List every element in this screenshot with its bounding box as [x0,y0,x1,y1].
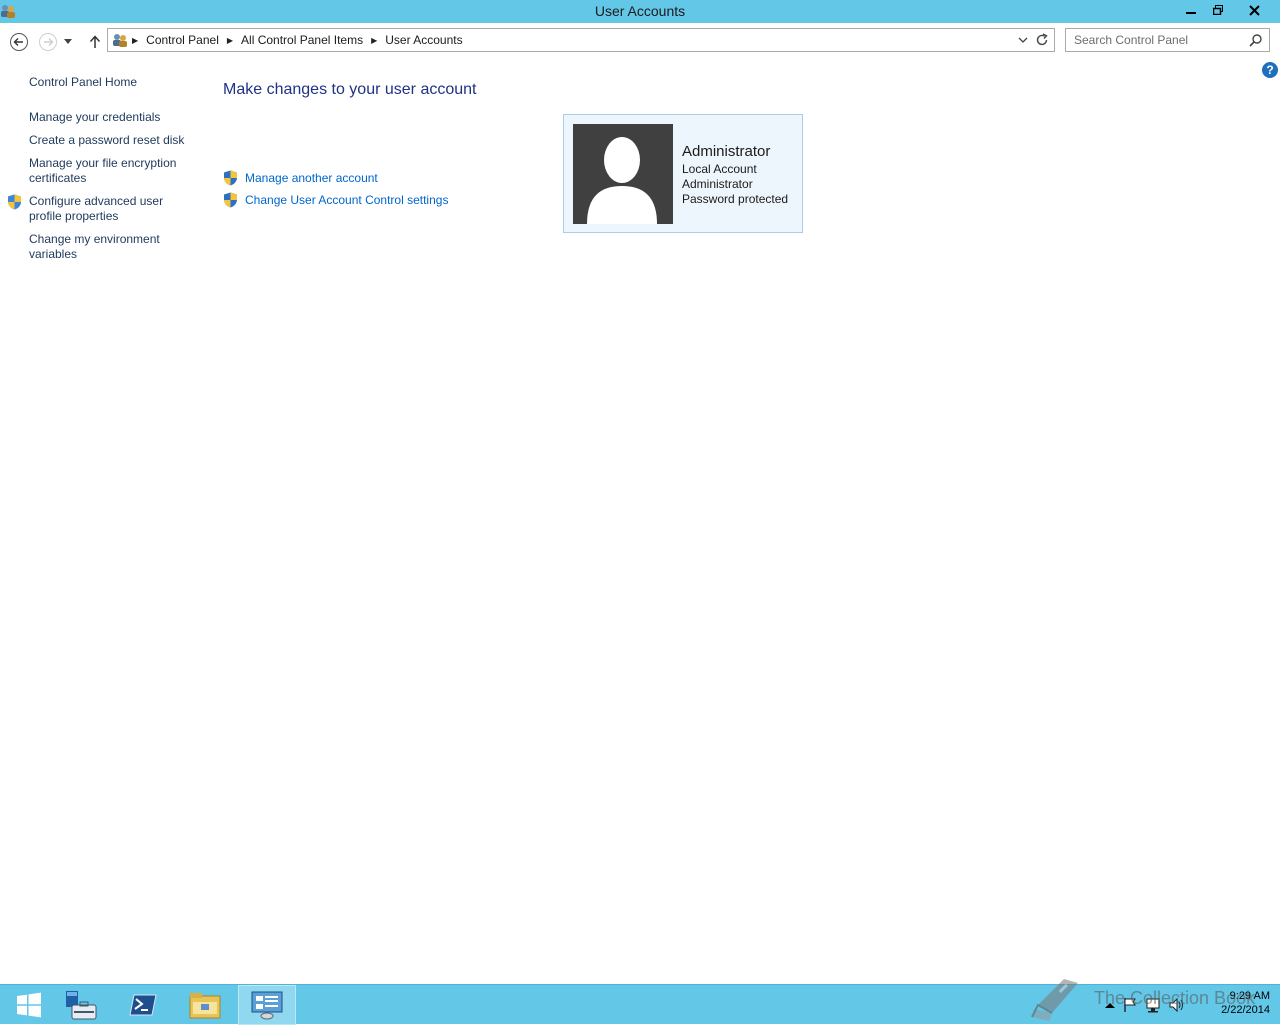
recent-locations-button[interactable] [61,31,75,53]
watermark-text: The Collection Book [1094,988,1256,1008]
user-silhouette-icon [587,137,657,224]
taskbar-powershell[interactable] [114,985,172,1025]
uac-shield-icon [224,192,237,208]
breadcrumb-user-accounts[interactable]: User Accounts [381,33,466,47]
search-input[interactable] [1066,29,1246,51]
up-button[interactable] [84,31,106,53]
task-label[interactable]: Manage another account [245,171,378,185]
account-password-status: Password protected [682,192,789,206]
change-environment-variables-link[interactable]: Change my environment variables [29,232,174,262]
address-bar[interactable]: ▶ Control Panel ▶ All Control Panel Item… [107,28,1055,52]
breadcrumb-all-items[interactable]: All Control Panel Items [237,33,367,47]
up-arrow-icon [89,35,101,48]
close-icon [1249,4,1260,16]
create-password-reset-disk-link[interactable]: Create a password reset disk [29,133,189,148]
back-arrow-icon [10,33,28,51]
start-icon [17,992,41,1018]
configure-user-profile-link[interactable]: Configure advanced user profile properti… [29,194,174,224]
window-title: User Accounts [594,3,686,19]
uac-shield-icon [224,170,237,186]
breadcrumb-control-panel[interactable]: Control Panel [142,33,223,47]
account-type: Local Account [682,162,757,176]
account-card: Administrator Local Account Administrato… [563,114,803,233]
breadcrumb-separator-icon[interactable]: ▶ [367,36,381,45]
taskbar-server-manager[interactable] [52,985,110,1025]
task-manage-another-account[interactable]: Manage another account [223,169,378,187]
control-panel-home-link[interactable]: Control Panel Home [29,75,189,90]
manage-credentials-link[interactable]: Manage your credentials [29,110,189,125]
help-icon[interactable]: ? [1262,62,1278,78]
account-name: Administrator [682,143,771,160]
task-change-uac-settings[interactable]: Change User Account Control settings [223,191,448,209]
minimize-button[interactable] [1177,0,1204,20]
task-label[interactable]: Change User Account Control settings [245,193,448,207]
forward-button[interactable] [37,31,59,53]
uac-shield-icon [8,194,21,210]
start-button[interactable] [0,985,58,1025]
address-dropdown-icon[interactable] [1018,33,1028,47]
search-box[interactable] [1065,28,1270,52]
manage-encryption-certificates-link[interactable]: Manage your file encryption certificates [29,156,184,186]
powershell-icon [129,994,157,1016]
avatar [573,124,673,224]
control-panel-icon [251,991,283,1020]
search-icon[interactable] [1249,33,1263,47]
watermark: The Collection Book [1028,975,1268,1023]
taskbar-control-panel[interactable] [238,985,296,1025]
breadcrumb-separator-icon[interactable]: ▶ [128,36,142,45]
navigation-bar: ▶ Control Panel ▶ All Control Panel Item… [0,23,1280,58]
page-title: Make changes to your user account [223,81,477,98]
breadcrumb-separator-icon[interactable]: ▶ [223,36,237,45]
server-manager-icon [66,991,97,1020]
restore-icon [1212,5,1223,15]
back-button[interactable] [8,31,30,53]
refresh-icon[interactable] [1034,32,1050,48]
control-panel-icon [113,34,127,47]
book-icon [1031,979,1078,1021]
close-button[interactable] [1231,0,1278,20]
minimize-icon [1185,12,1196,14]
title-bar: User Accounts [0,0,1280,23]
account-role: Administrator [682,177,753,191]
restore-button[interactable] [1204,0,1231,20]
file-explorer-icon [189,993,221,1019]
forward-arrow-icon [39,33,57,51]
taskbar-file-explorer[interactable] [176,985,234,1025]
chevron-down-icon [64,39,72,44]
